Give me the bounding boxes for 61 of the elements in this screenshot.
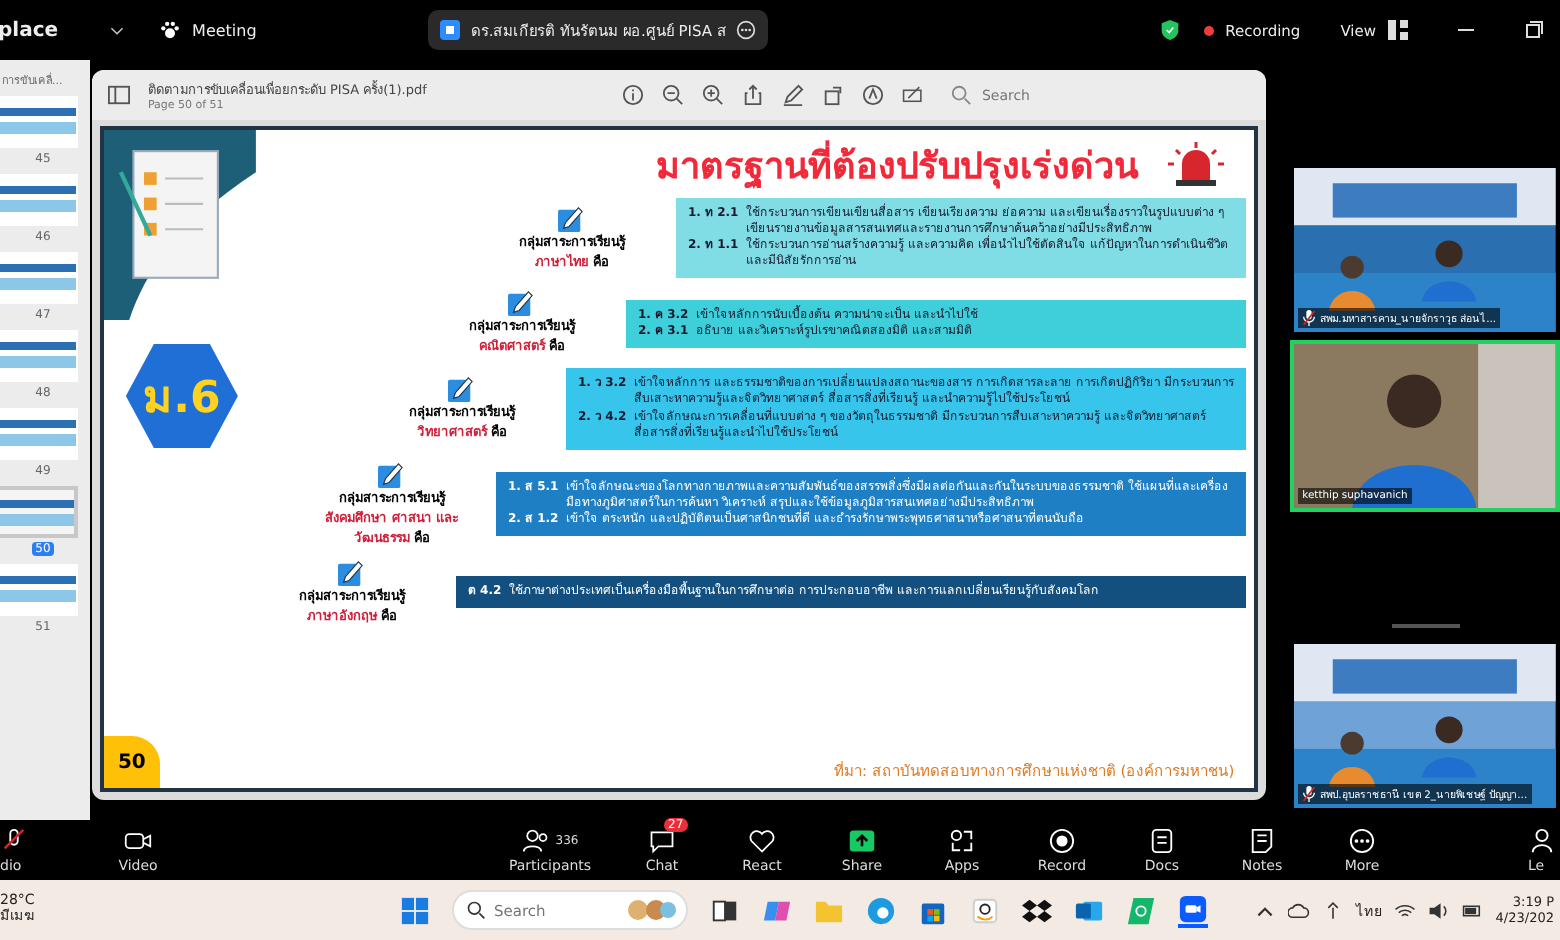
wifi-icon[interactable] [1393, 899, 1416, 921]
dropbox-icon[interactable] [1022, 895, 1052, 925]
camera-icon [124, 827, 152, 853]
pencil-icon [508, 290, 535, 317]
chat-icon [648, 827, 676, 853]
maximize-icon[interactable] [1524, 20, 1544, 40]
cloud-icon[interactable] [1287, 899, 1310, 921]
share-screen-icon [848, 827, 876, 853]
share-icon[interactable] [741, 84, 764, 106]
markup-icon[interactable] [861, 84, 884, 106]
page-thumbnail[interactable] [0, 174, 78, 226]
shopping-icon[interactable] [970, 895, 1000, 925]
pencil-icon [378, 461, 405, 488]
page-number-badge: 50 [103, 736, 160, 788]
shield-icon[interactable] [1159, 20, 1180, 40]
page-thumbnail[interactable] [0, 96, 78, 148]
zoom-out-icon[interactable] [661, 84, 684, 106]
document-icon [1148, 827, 1176, 853]
info-icon[interactable] [621, 84, 644, 106]
battery-icon[interactable] [1461, 899, 1484, 921]
apps-icon [948, 827, 976, 853]
siren-icon [1166, 140, 1227, 188]
paw-icon [160, 20, 181, 40]
rotate-icon[interactable] [821, 84, 844, 106]
sidebar-icon[interactable] [107, 84, 130, 106]
more-icon[interactable] [736, 20, 757, 40]
page-thumbnail[interactable] [0, 408, 78, 460]
heart-icon [748, 827, 776, 853]
slide-title: มาตรฐานที่ต้องปรับปรุงเร่งด่วน [656, 135, 1139, 193]
start-icon[interactable] [400, 895, 430, 925]
muted-mic-icon [0, 827, 28, 853]
pencil-icon [338, 559, 365, 586]
search-highlight-icon [626, 898, 678, 922]
app-name: place [0, 19, 59, 41]
grid-icon[interactable] [1388, 20, 1408, 40]
page-thumbnail[interactable] [0, 486, 78, 538]
grade-badge: ม.6 [125, 344, 238, 448]
page-thumbnail[interactable] [0, 564, 78, 616]
page-thumbnail[interactable] [0, 252, 78, 304]
more-icon [1348, 827, 1376, 853]
people-icon [521, 827, 550, 853]
task-view-icon[interactable] [710, 895, 740, 925]
screen-share-icon [440, 20, 461, 40]
recording-dot-icon [1203, 25, 1214, 35]
person-icon [1528, 827, 1556, 853]
video-app-icon[interactable] [1178, 893, 1208, 927]
speaker-icon[interactable] [1427, 899, 1450, 921]
page-thumbnail[interactable] [0, 330, 78, 382]
pencil-icon [448, 376, 475, 403]
record-icon [1048, 827, 1076, 853]
pen-icon[interactable] [781, 84, 804, 106]
meeting-label: Meeting [192, 21, 257, 39]
pencil-icon [558, 205, 585, 232]
zoom-in-icon[interactable] [701, 84, 724, 106]
search-icon [949, 84, 972, 106]
search-icon [466, 900, 486, 920]
app-icon[interactable] [1126, 895, 1156, 925]
form-icon[interactable] [901, 84, 924, 106]
notes-icon [1248, 827, 1276, 853]
browser-icon[interactable] [866, 895, 896, 925]
caret-icon[interactable] [110, 25, 125, 35]
